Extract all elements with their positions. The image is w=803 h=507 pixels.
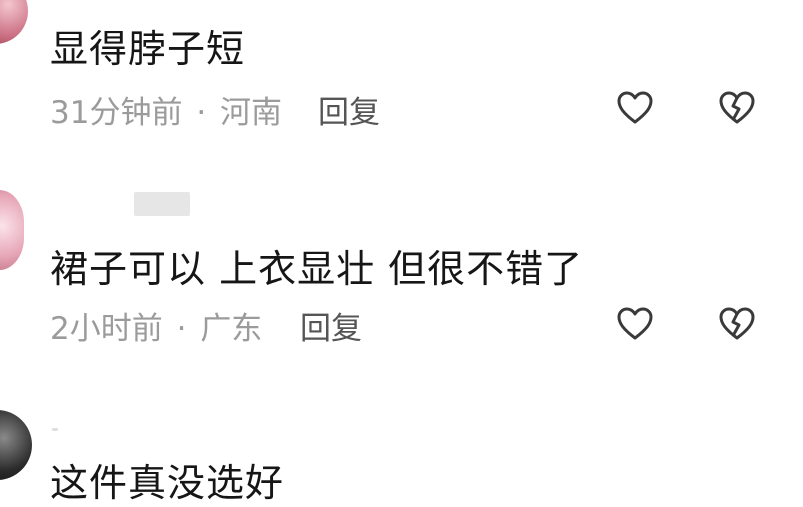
comment-item: 这件真没选好 (0, 0, 803, 505)
avatar[interactable] (0, 410, 32, 480)
username-redacted[interactable] (52, 428, 58, 431)
comment-text: 这件真没选好 (50, 461, 285, 505)
